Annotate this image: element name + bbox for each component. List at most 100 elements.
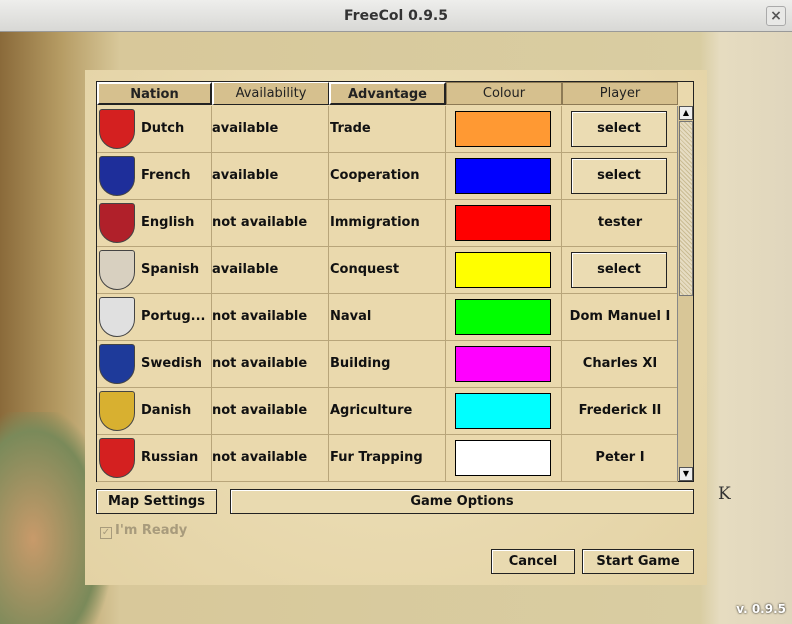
nation-name: Spanish	[141, 262, 200, 277]
colour-swatch[interactable]	[455, 158, 551, 194]
player-cell: Peter I	[562, 435, 678, 482]
colour-cell[interactable]	[446, 294, 562, 341]
nation-name: French	[141, 168, 191, 183]
header-nation[interactable]: Nation	[97, 82, 212, 105]
availability-cell[interactable]: available	[212, 153, 329, 200]
map-letter: K	[718, 484, 731, 504]
table-scrollbar[interactable]: ▲ ▼	[677, 106, 693, 481]
nation-shield-icon	[99, 297, 135, 337]
header-player[interactable]: Player	[562, 82, 678, 105]
nation-cell: French	[97, 153, 212, 200]
availability-cell[interactable]: available	[212, 106, 329, 153]
player-name: Charles XI	[582, 356, 658, 371]
nation-name: English	[141, 215, 195, 230]
header-colour[interactable]: Colour	[446, 82, 562, 105]
close-button[interactable]: ×	[766, 6, 786, 26]
select-player-button[interactable]: select	[571, 111, 667, 147]
advantage-cell[interactable]: Naval	[329, 294, 446, 341]
nations-table: Nation Availability Advantage Colour Pla…	[96, 81, 694, 482]
nation-name: Russian	[141, 450, 199, 465]
availability-cell[interactable]: available	[212, 247, 329, 294]
table-row[interactable]: Danish not available Agriculture Frederi…	[97, 388, 678, 435]
availability-cell[interactable]: not available	[212, 294, 329, 341]
nation-name: Dutch	[141, 121, 185, 136]
colour-cell[interactable]	[446, 106, 562, 153]
nation-cell: Portug...	[97, 294, 212, 341]
table-row[interactable]: English not available Immigration tester	[97, 200, 678, 247]
ready-label: I'm Ready	[115, 523, 188, 538]
colour-swatch[interactable]	[455, 111, 551, 147]
availability-cell[interactable]: not available	[212, 435, 329, 482]
colour-cell[interactable]	[446, 200, 562, 247]
colour-cell[interactable]	[446, 435, 562, 482]
nation-shield-icon	[99, 156, 135, 196]
window-title: FreeCol 0.9.5	[344, 8, 448, 24]
advantage-cell[interactable]: Cooperation	[329, 153, 446, 200]
nation-cell: Swedish	[97, 341, 212, 388]
scroll-down-icon[interactable]: ▼	[679, 467, 693, 481]
nation-shield-icon	[99, 250, 135, 290]
game-options-button[interactable]: Game Options	[230, 489, 694, 514]
scroll-thumb[interactable]	[679, 121, 693, 296]
nation-cell: Spanish	[97, 247, 212, 294]
scroll-up-icon[interactable]: ▲	[679, 106, 693, 120]
nation-shield-icon	[99, 109, 135, 149]
select-player-button[interactable]: select	[571, 252, 667, 288]
player-cell[interactable]: select	[562, 153, 678, 200]
nation-name: Portug...	[141, 309, 206, 324]
advantage-cell[interactable]: Trade	[329, 106, 446, 153]
ready-checkbox[interactable]: ✓ I'm Ready	[100, 523, 187, 539]
header-advantage[interactable]: Advantage	[329, 82, 446, 105]
nation-cell: English	[97, 200, 212, 247]
table-row[interactable]: French available Cooperation select	[97, 153, 678, 200]
availability-cell[interactable]: not available	[212, 200, 329, 247]
colour-cell[interactable]	[446, 341, 562, 388]
nation-cell: Danish	[97, 388, 212, 435]
table-row[interactable]: Swedish not available Building Charles X…	[97, 341, 678, 388]
select-player-button[interactable]: select	[571, 158, 667, 194]
player-cell[interactable]: select	[562, 106, 678, 153]
header-availability[interactable]: Availability	[212, 82, 329, 105]
nation-name: Swedish	[141, 356, 202, 371]
table-row[interactable]: Russian not available Fur Trapping Peter…	[97, 435, 678, 482]
nation-shield-icon	[99, 344, 135, 384]
colour-swatch[interactable]	[455, 393, 551, 429]
colour-swatch[interactable]	[455, 299, 551, 335]
table-row[interactable]: Spanish available Conquest select	[97, 247, 678, 294]
availability-cell[interactable]: not available	[212, 388, 329, 435]
map-settings-button[interactable]: Map Settings	[96, 489, 217, 514]
availability-cell[interactable]: not available	[212, 341, 329, 388]
start-game-button[interactable]: Start Game	[582, 549, 694, 574]
player-cell: Charles XI	[562, 341, 678, 388]
checkbox-icon[interactable]: ✓	[100, 527, 112, 539]
colour-cell[interactable]	[446, 388, 562, 435]
player-cell: Dom Manuel I	[562, 294, 678, 341]
player-name: tester	[597, 215, 643, 230]
player-cell: Frederick II	[562, 388, 678, 435]
advantage-cell[interactable]: Immigration	[329, 200, 446, 247]
nation-shield-icon	[99, 438, 135, 478]
table-row[interactable]: Portug... not available Naval Dom Manuel…	[97, 294, 678, 341]
player-name: Frederick II	[578, 403, 662, 418]
advantage-cell[interactable]: Agriculture	[329, 388, 446, 435]
player-cell[interactable]: select	[562, 247, 678, 294]
advantage-cell[interactable]: Fur Trapping	[329, 435, 446, 482]
version-label: v. 0.9.5	[736, 602, 786, 616]
advantage-cell[interactable]: Building	[329, 341, 446, 388]
nation-cell: Russian	[97, 435, 212, 482]
nation-cell: Dutch	[97, 106, 212, 153]
player-name: Peter I	[595, 450, 645, 465]
colour-cell[interactable]	[446, 247, 562, 294]
title-bar: FreeCol 0.9.5 ×	[0, 0, 792, 32]
colour-swatch[interactable]	[455, 440, 551, 476]
colour-swatch[interactable]	[455, 252, 551, 288]
cancel-button[interactable]: Cancel	[491, 549, 575, 574]
colour-cell[interactable]	[446, 153, 562, 200]
table-row[interactable]: Dutch available Trade select	[97, 106, 678, 153]
colour-swatch[interactable]	[455, 346, 551, 382]
colour-swatch[interactable]	[455, 205, 551, 241]
advantage-cell[interactable]: Conquest	[329, 247, 446, 294]
nation-name: Danish	[141, 403, 192, 418]
player-cell: tester	[562, 200, 678, 247]
nation-shield-icon	[99, 391, 135, 431]
